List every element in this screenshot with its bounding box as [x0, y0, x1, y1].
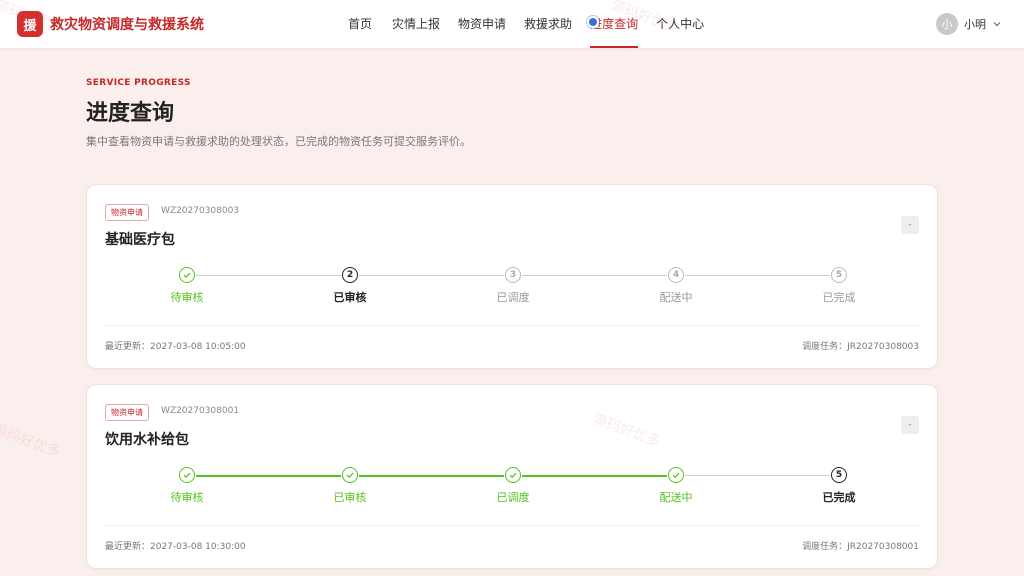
check-icon: [179, 267, 195, 283]
progress-card: 物资申请 WZ20270308001 饮用水补给包 - 待审核 已审核 已调度 配送中…: [86, 384, 938, 569]
step-number: 3: [505, 267, 521, 283]
collapse-button[interactable]: -: [901, 416, 919, 434]
progress-card: 物资申请 WZ20270308003 基础医疗包 - 待审核 2 已审核 3 已调度 4 配…: [86, 184, 938, 369]
nav-item-personal-center[interactable]: 个人中心: [656, 0, 704, 48]
step-label: 已审核: [333, 291, 367, 304]
progress-steps: 待审核 2 已审核 3 已调度 4 配送中 5 已完成: [87, 267, 939, 307]
app-title[interactable]: 救灾物资调度与救援系统: [50, 14, 204, 34]
dispatch-task-number: 调度任务：JR20270308003: [802, 342, 919, 352]
nav-item-supply-request[interactable]: 物资申请: [458, 0, 506, 48]
progress-steps: 待审核 已审核 已调度 配送中 5 已完成: [87, 467, 939, 507]
progress-step: 配送中: [636, 467, 716, 505]
step-label: 已调度: [496, 291, 530, 304]
last-updated: 最近更新：2027-03-08 10:05:00: [105, 342, 246, 352]
progress-step: 4 配送中: [636, 267, 716, 305]
step-label: 已调度: [496, 491, 530, 504]
check-icon: [342, 467, 358, 483]
divider: [105, 525, 919, 526]
progress-step: 5 已完成: [799, 267, 879, 305]
step-number: 5: [831, 267, 847, 283]
step-label: 已审核: [333, 491, 367, 504]
chevron-down-icon[interactable]: [992, 19, 1002, 29]
step-label: 已完成: [822, 291, 856, 304]
progress-step: 待审核: [147, 267, 227, 305]
progress-step: 3 已调度: [473, 267, 553, 305]
nav-item-home[interactable]: 首页: [348, 0, 372, 48]
card-title: 饮用水补给包: [105, 432, 189, 448]
mouse-cursor-indicator: [587, 16, 599, 28]
nav-item-disaster-report[interactable]: 灾情上报: [392, 0, 440, 48]
page-title: 进度查询: [86, 101, 175, 126]
nav-item-rescue-help[interactable]: 救援求助: [524, 0, 572, 48]
order-number: WZ20270308001: [161, 406, 240, 416]
progress-step: 已调度: [473, 467, 553, 505]
top-header: 援 救灾物资调度与救援系统 首页 灾情上报 物资申请 救援求助 进度查询 个人中…: [0, 0, 1024, 48]
last-updated: 最近更新：2027-03-08 10:30:00: [105, 542, 246, 552]
card-title: 基础医疗包: [105, 232, 175, 248]
page-kicker: SERVICE PROGRESS: [86, 78, 191, 88]
progress-step: 待审核: [147, 467, 227, 505]
step-label: 已完成: [822, 491, 856, 504]
avatar[interactable]: 小: [936, 13, 958, 35]
user-menu[interactable]: 小 小明: [936, 12, 1002, 36]
watermark: 源码好优多: [0, 421, 63, 461]
step-label: 配送中: [659, 491, 693, 504]
type-tag: 物资申请: [105, 404, 149, 421]
page-subtitle: 集中查看物资申请与救援求助的处理状态，已完成的物资任务可提交服务评价。: [86, 135, 471, 148]
dispatch-task-number: 调度任务：JR20270308001: [802, 542, 919, 552]
divider: [105, 325, 919, 326]
step-number: 4: [668, 267, 684, 283]
step-number: 5: [831, 467, 847, 483]
step-label: 待审核: [170, 491, 204, 504]
order-number: WZ20270308003: [161, 206, 240, 216]
type-tag: 物资申请: [105, 204, 149, 221]
progress-step: 5 已完成: [799, 467, 879, 505]
app-logo[interactable]: 援: [17, 11, 43, 37]
step-label: 待审核: [170, 291, 204, 304]
step-label: 配送中: [659, 291, 693, 304]
check-icon: [179, 467, 195, 483]
progress-step: 2 已审核: [310, 267, 390, 305]
collapse-button[interactable]: -: [901, 216, 919, 234]
progress-step: 已审核: [310, 467, 390, 505]
user-name[interactable]: 小明: [964, 16, 986, 32]
main-nav: 首页 灾情上报 物资申请 救援求助 进度查询 个人中心: [340, 0, 704, 48]
check-icon: [505, 467, 521, 483]
check-icon: [668, 467, 684, 483]
step-number: 2: [342, 267, 358, 283]
